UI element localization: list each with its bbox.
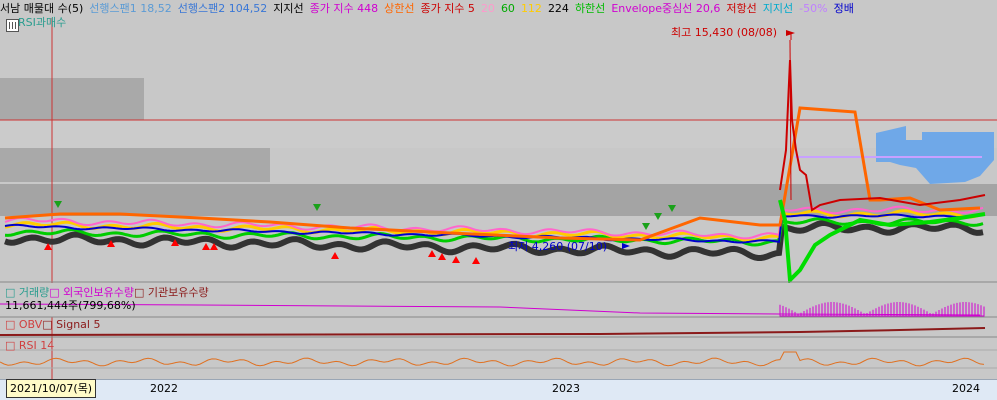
- stock-chart[interactable]: 서남 매물대 수(5) 선행스팬1 18,52 선행스팬2 104,52 지지선 종가 …: [0, 0, 997, 400]
- buy-signal-arrow: [452, 256, 460, 263]
- chart-canvas[interactable]: [0, 0, 997, 400]
- high-annotation: 최고 15,430 (08/08): [671, 26, 778, 39]
- legend-item: 정배: [833, 2, 854, 15]
- ichimoku-cloud: [876, 126, 994, 184]
- x-tick-2024: 2024: [952, 382, 980, 395]
- x-tick-2023: 2023: [552, 382, 580, 395]
- legend-item: 20: [480, 2, 495, 15]
- buy-signal-arrow: [428, 250, 436, 257]
- x-tick-2022: 2022: [150, 382, 178, 395]
- legend-item: Envelope중심선 20,6: [611, 2, 721, 15]
- buy-signal-arrow: [331, 252, 339, 259]
- rsi-legend: □ RSI 14: [5, 339, 54, 352]
- legend-item: □ OBV: [5, 318, 43, 331]
- legend-item: 저항선: [726, 2, 757, 15]
- legend-item: 60: [500, 2, 515, 15]
- legend-item: 지지선: [762, 2, 794, 15]
- buy-signal-arrow: [202, 243, 210, 250]
- legend-item: □ 기관보유수량: [133, 286, 209, 299]
- selected-date-box: 2021/10/07(목): [6, 379, 97, 398]
- legend-item: 224: [547, 2, 569, 15]
- obv-legend: □ OBV□ Signal 5: [5, 318, 100, 331]
- x-axis[interactable]: 2022 2023 2024: [0, 379, 997, 400]
- volume-value: 11,661,444주(799,68%): [5, 299, 136, 312]
- buy-signal-arrow: [472, 257, 480, 264]
- legend-item: 종가 지수 448: [309, 2, 379, 15]
- low-annotation: 최저 4,260 (07/10): [508, 240, 608, 253]
- sell-signal-arrow: [642, 223, 650, 230]
- rsi-overbought-label: RSI과매수: [18, 16, 67, 29]
- legend-item: 상한선: [384, 2, 415, 15]
- legend-item: -50%: [799, 2, 828, 15]
- legend-item: 지지선: [273, 2, 304, 15]
- sell-signal-arrow: [654, 213, 662, 220]
- rsi-line: [0, 351, 985, 367]
- low-marker-arrow: [622, 243, 630, 249]
- legend-item: 선행스팬1 18,52: [89, 2, 172, 15]
- indicator-legend: 서남 매물대 수(5) 선행스팬1 18,52 선행스팬2 104,52 지지선 종가 …: [0, 0, 997, 18]
- legend-item: 선행스팬2 104,52: [177, 2, 268, 15]
- legend-item: □ Signal 5: [42, 318, 101, 331]
- obv-signal-line: [0, 327, 986, 336]
- legend-item: 112: [520, 2, 542, 15]
- volume-profile-bar: [0, 78, 144, 120]
- volume-profile-band: [0, 120, 997, 148]
- legend-item: □ RSI 14: [5, 339, 55, 352]
- legend-item: 종가 지수 5: [420, 2, 475, 15]
- legend-item: 하한선: [574, 2, 606, 15]
- volume-profile-bar: [0, 148, 270, 182]
